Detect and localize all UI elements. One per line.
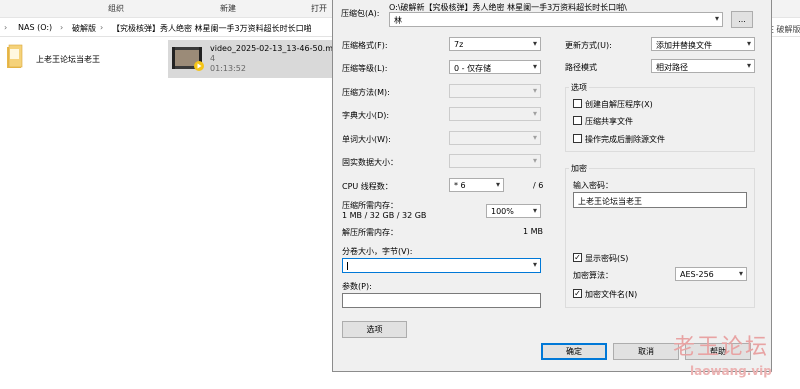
shared-files-label[interactable]: 压缩共享文件 (585, 116, 633, 127)
archive-name-value: 林 (394, 16, 402, 25)
text-caret (347, 261, 348, 270)
show-password-label[interactable]: 显示密码(S) (585, 253, 628, 264)
format-select[interactable]: 7z ▾ (449, 37, 541, 51)
ribbon-group-new: 新建 (220, 4, 236, 13)
encryption-method-select[interactable]: AES-256 ▾ (675, 267, 747, 281)
chevron-down-icon: ▾ (532, 109, 537, 118)
chevron-down-icon: ▾ (532, 86, 537, 95)
mem-decompress-value: 1 MB (523, 227, 544, 236)
cpu-threads-value: * 6 (454, 181, 466, 190)
level-select[interactable]: 0 - 仅存储 ▾ (449, 60, 541, 74)
folder-icon (7, 44, 23, 68)
breadcrumb-folder[interactable]: 破解版 (72, 23, 96, 34)
mem-compress-label: 压缩所需内存： (342, 201, 398, 210)
split-size-combo[interactable]: ▾ (342, 258, 541, 273)
file-duration: 01:13:52 (210, 64, 246, 73)
breadcrumb-drive[interactable]: NAS (O:) (18, 23, 52, 32)
split-size-label: 分卷大小，字节(V): (342, 247, 413, 256)
update-mode-value: 添加并替换文件 (656, 41, 712, 50)
format-value: 7z (454, 40, 464, 49)
watermark-url: laowang.vip (690, 364, 772, 378)
chevron-down-icon[interactable]: ▾ (533, 206, 537, 215)
shared-files-checkbox[interactable] (573, 116, 582, 125)
encryption-method-value: AES-256 (680, 270, 714, 279)
chevron-right-icon[interactable]: › (4, 23, 7, 32)
options-group-title: 选项 (569, 82, 589, 93)
options-button[interactable]: 选项 (342, 321, 407, 338)
word-size-select[interactable]: ▾ (449, 131, 541, 145)
encrypt-names-checkbox[interactable]: ✓ (573, 289, 582, 298)
mem-compress-value: 1 MB / 32 GB / 32 GB (342, 211, 427, 220)
cpu-threads-total: / 6 (533, 181, 544, 190)
add-to-archive-dialog: 压缩包(A): O:\破解新【究极核弹】秀人绝密 林星阑一手3万资料超长时长口啪… (332, 0, 772, 372)
password-input[interactable]: 上老王论坛当老王 (573, 192, 747, 208)
chevron-down-icon: ▾ (532, 133, 537, 142)
cpu-threads-select[interactable]: * 6 ▾ (449, 178, 504, 192)
chevron-down-icon[interactable]: ▾ (747, 39, 751, 48)
breadcrumb-current[interactable]: 【究极核弹】秀人绝密 林星阑一手3万资料超长时长口啪 (112, 23, 312, 34)
chevron-down-icon[interactable]: ▾ (533, 260, 537, 269)
update-mode-select[interactable]: 添加并替换文件 ▾ (651, 37, 755, 51)
path-mode-label: 路径模式 (565, 63, 597, 72)
encryption-method-label: 加密算法： (573, 271, 613, 280)
params-label: 参数(P): (342, 282, 372, 291)
chevron-down-icon[interactable]: ▾ (747, 61, 751, 70)
file-list: 上老王论坛当老王 video_2025-02-13_13-46-50.mp 4 … (0, 38, 338, 389)
file-name: video_2025-02-13_13-46-50.mp (210, 44, 339, 53)
chevron-down-icon[interactable]: ▾ (496, 180, 500, 189)
chevron-down-icon[interactable]: ▾ (715, 14, 719, 23)
sfx-checkbox[interactable] (573, 99, 582, 108)
password-label: 输入密码： (573, 181, 613, 190)
solid-size-label: 固实数据大小： (342, 158, 398, 167)
browse-button[interactable]: ... (731, 11, 753, 28)
watermark-title: 老王论坛 (673, 335, 770, 360)
file-item-video[interactable]: video_2025-02-13_13-46-50.mp 4 01:13:52 (168, 40, 338, 78)
chevron-right-icon[interactable]: › (100, 23, 103, 32)
encryption-group-title: 加密 (569, 163, 589, 174)
delete-after-checkbox[interactable] (573, 134, 582, 143)
mem-percent-select[interactable]: 100% ▾ (486, 204, 541, 218)
format-label: 压缩格式(F): (342, 41, 388, 50)
dict-size-label: 字典大小(D): (342, 111, 390, 120)
mem-percent-value: 100% (491, 207, 514, 216)
cpu-threads-label: CPU 线程数： (342, 182, 393, 191)
chevron-down-icon[interactable]: ▾ (533, 39, 537, 48)
level-label: 压缩等级(L): (342, 64, 388, 73)
update-mode-label: 更新方式(U): (565, 41, 612, 50)
method-label: 压缩方法(M): (342, 88, 390, 97)
archive-name-combo[interactable]: 林 ▾ (389, 12, 723, 27)
ribbon-group-organize: 组织 (108, 4, 124, 13)
file-name-continued: 4 (210, 54, 216, 63)
path-mode-value: 相对路径 (656, 63, 688, 72)
video-thumbnail-icon (172, 47, 204, 71)
chevron-down-icon[interactable]: ▾ (739, 269, 743, 278)
encrypt-names-label[interactable]: 加密文件名(N) (585, 289, 637, 300)
sfx-label[interactable]: 创建自解压程序(X) (585, 99, 653, 110)
file-item-folder[interactable]: 上老王论坛当老王 (0, 40, 160, 78)
delete-after-label[interactable]: 操作完成后删除源文件 (585, 134, 665, 145)
chevron-down-icon[interactable]: ▾ (533, 62, 537, 71)
file-name: 上老王论坛当老王 (36, 55, 100, 64)
solid-size-select[interactable]: ▾ (449, 154, 541, 168)
archive-label: 压缩包(A): (341, 9, 380, 18)
method-select[interactable]: ▾ (449, 84, 541, 98)
cancel-button[interactable]: 取消 (613, 343, 679, 360)
chevron-right-icon[interactable]: › (60, 23, 63, 32)
ribbon-group-open: 打开 (311, 4, 327, 13)
chevron-down-icon: ▾ (532, 156, 537, 165)
ok-button[interactable]: 确定 (541, 343, 607, 360)
level-value: 0 - 仅存储 (454, 64, 492, 73)
word-size-label: 单词大小(W): (342, 135, 391, 144)
show-password-checkbox[interactable]: ✓ (573, 253, 582, 262)
dict-size-select[interactable]: ▾ (449, 107, 541, 121)
path-mode-select[interactable]: 相对路径 ▾ (651, 59, 755, 73)
params-input[interactable] (342, 293, 541, 308)
mem-decompress-label: 解压所需内存： (342, 228, 398, 237)
